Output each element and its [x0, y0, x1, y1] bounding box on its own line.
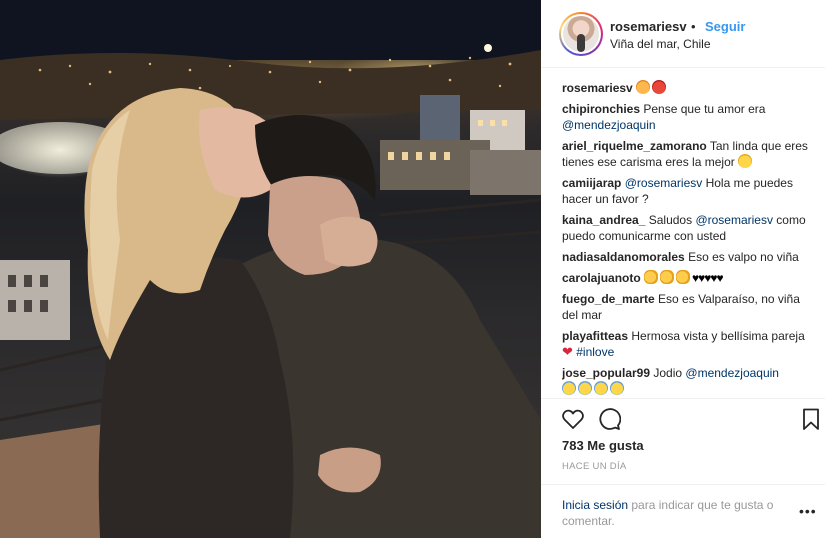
location-link[interactable]: Viña del mar, Chile — [610, 37, 711, 51]
comment-username[interactable]: kaina_andrea_ — [562, 213, 645, 227]
bookmark-icon[interactable] — [799, 407, 823, 431]
clap-emoji-icon — [676, 270, 691, 284]
comment-text: Jodio — [653, 366, 686, 380]
comment-username[interactable]: chipironchies — [562, 102, 640, 116]
login-prompt: Inicia sesión para indicar que te gusta … — [562, 497, 790, 529]
comment-username[interactable]: fuego_de_marte — [562, 292, 655, 306]
comment-mention[interactable]: @mendezjoaquin — [685, 366, 779, 380]
post-timestamp[interactable]: HACE UN DÍA — [562, 461, 627, 472]
avatar[interactable] — [559, 12, 603, 56]
comment-username[interactable]: ariel_riquelme_zamorano — [562, 139, 707, 153]
comment-mention[interactable]: @mendezjoaquin — [562, 118, 656, 132]
comment-username[interactable]: camiijarap — [562, 176, 621, 190]
comment-mention[interactable]: @rosemariesv — [695, 213, 773, 227]
login-link[interactable]: Inicia sesión — [562, 498, 628, 512]
more-options-icon[interactable]: ••• — [799, 503, 817, 519]
clap-emoji-icon — [644, 270, 659, 284]
comment-item: kaina_andrea_ Saludos @rosemariesv como … — [562, 212, 814, 244]
comment-item: ariel_riquelme_zamorano Tan linda que er… — [562, 138, 814, 170]
comment-username[interactable]: carolajuanoto — [562, 271, 641, 285]
comment-username[interactable]: nadiasaldanomorales — [562, 250, 685, 264]
header-username[interactable]: rosemariesv — [610, 19, 687, 34]
smiling-face-emoji-icon — [738, 154, 753, 168]
comment-item: fuego_de_marte Eso es Valparaíso, no viñ… — [562, 291, 814, 323]
comment-bubble-icon[interactable] — [597, 407, 622, 431]
comments-list[interactable]: rosemariesv chipironchies Pense que tu a… — [562, 80, 814, 398]
comment-item: carolajuanoto ♥♥♥♥♥ — [562, 270, 814, 286]
comment-username[interactable]: rosemariesv — [562, 81, 633, 95]
red-heart-emoji-icon: ❤ — [562, 344, 573, 359]
comment-text: Eso es valpo no viña — [688, 250, 799, 264]
comment-item: playafitteas Hermosa vista y bellísima p… — [562, 328, 814, 360]
clap-emoji-icon — [660, 270, 675, 284]
comment-text: Saludos — [648, 213, 696, 227]
comment-username[interactable]: jose_popular99 — [562, 366, 650, 380]
tiger-face-emoji-icon — [636, 80, 651, 94]
post-photo[interactable] — [0, 0, 541, 538]
comment-item: nadiasaldanomorales Eso es valpo no viña — [562, 249, 814, 265]
photo-illustration — [0, 0, 541, 538]
comment-text: ♥♥♥♥♥ — [692, 271, 724, 285]
action-bar — [541, 398, 825, 438]
crying-laughing-emoji-icon — [610, 381, 624, 395]
comment-mention[interactable]: @rosemariesv — [625, 176, 703, 190]
comment-hashtag[interactable]: #inlove — [576, 345, 614, 359]
comment-login-footer: Inicia sesión para indicar que te gusta … — [541, 484, 825, 538]
comment-username[interactable]: playafitteas — [562, 329, 628, 343]
post-sidebar: rosemariesv • Seguir Viña del mar, Chile… — [541, 0, 825, 538]
crying-laughing-emoji-icon — [562, 381, 576, 395]
heart-outline-icon[interactable] — [561, 407, 585, 431]
devil-face-emoji-icon — [652, 80, 667, 94]
header-separator: • — [691, 19, 696, 34]
crying-laughing-emoji-icon — [578, 381, 592, 395]
comment-item: camiijarap @rosemariesv Hola me puedes h… — [562, 175, 814, 207]
crying-laughing-emoji-icon — [594, 381, 608, 395]
follow-button[interactable]: Seguir — [705, 19, 745, 34]
comment-item: chipironchies Pense que tu amor era @men… — [562, 101, 814, 133]
like-count[interactable]: 783 Me gusta — [562, 438, 644, 453]
comment-text: Hermosa vista y bellísima pareja — [631, 329, 805, 343]
comment-item: jose_popular99 Jodio @mendezjoaquin — [562, 365, 814, 397]
comment-text: Pense que tu amor era — [643, 102, 766, 116]
comment-item: rosemariesv — [562, 80, 814, 96]
avatar-image — [563, 16, 599, 52]
post-header: rosemariesv • Seguir Viña del mar, Chile — [541, 0, 825, 68]
